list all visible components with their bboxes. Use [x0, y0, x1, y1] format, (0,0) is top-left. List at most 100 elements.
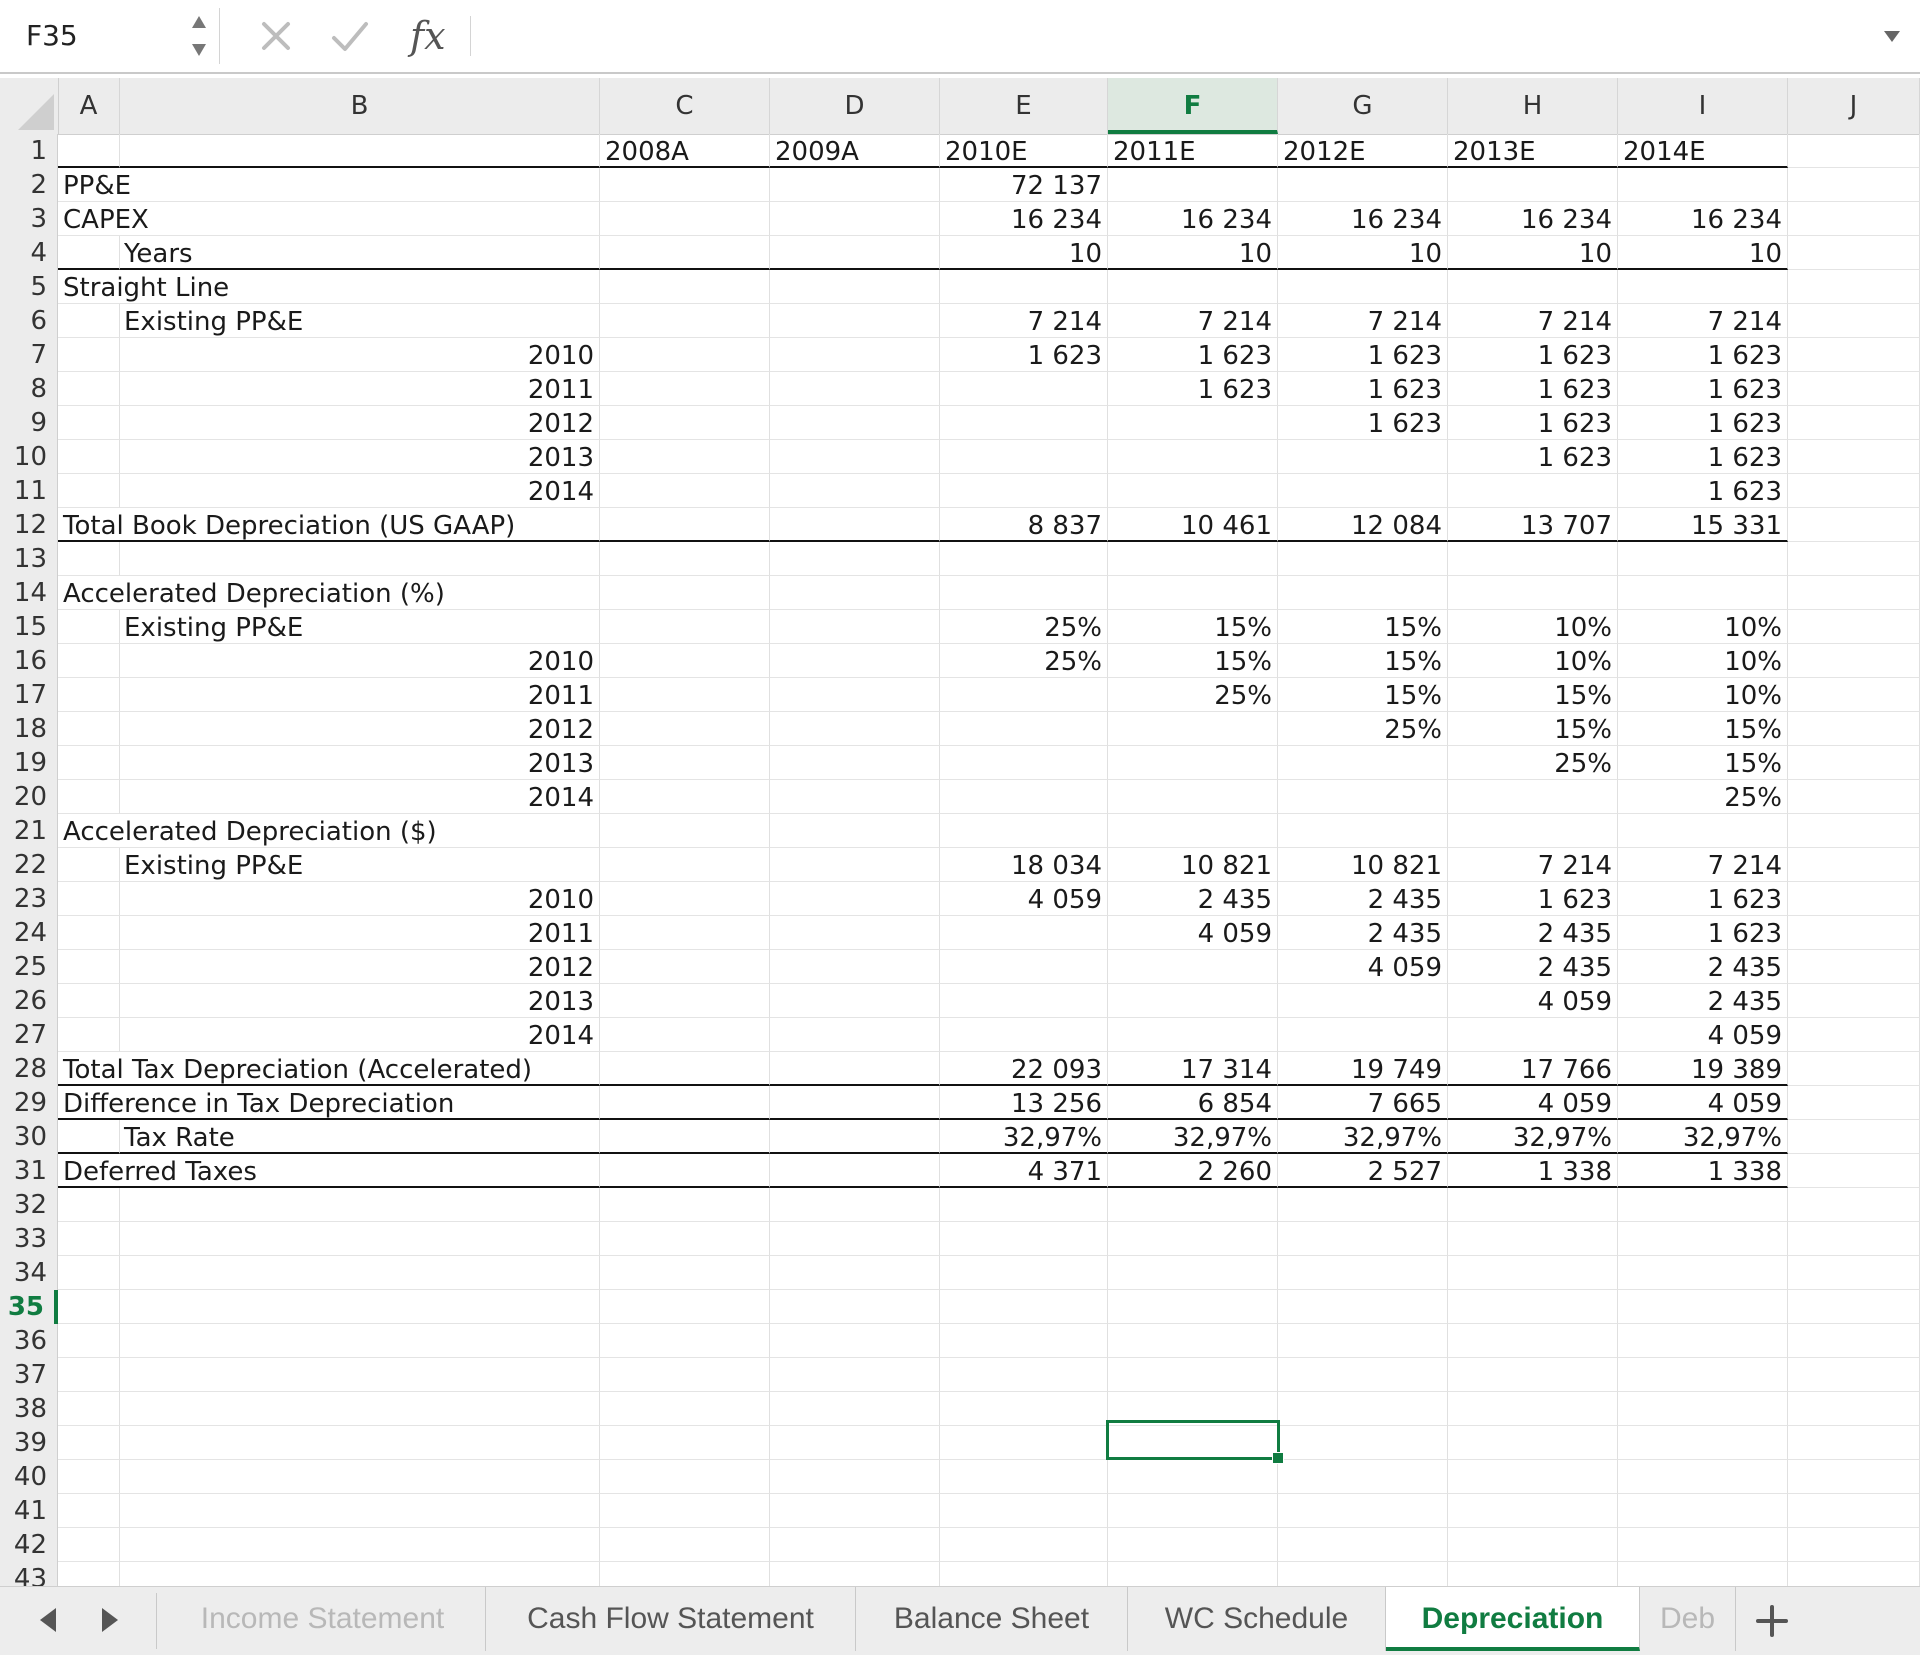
- cell-b43[interactable]: [120, 1562, 600, 1586]
- cell-j5[interactable]: [1788, 270, 1920, 304]
- add-sheet-icon[interactable]: [1752, 1601, 1792, 1641]
- cell-j28[interactable]: [1788, 1052, 1920, 1086]
- cell-a38[interactable]: [58, 1392, 120, 1426]
- cell-d34[interactable]: [770, 1256, 940, 1290]
- cell-f24[interactable]: 4 059: [1108, 916, 1278, 950]
- cell-b36[interactable]: [120, 1324, 600, 1358]
- cell-e19[interactable]: [940, 746, 1108, 780]
- cell-d42[interactable]: [770, 1528, 940, 1562]
- cell-c27[interactable]: [600, 1018, 770, 1052]
- cell-a17[interactable]: [58, 678, 120, 712]
- cell-a11[interactable]: [58, 474, 120, 508]
- cell-c1[interactable]: 2008A: [600, 134, 770, 168]
- cell-e5[interactable]: [940, 270, 1108, 304]
- cell-e18[interactable]: [940, 712, 1108, 746]
- cell-j39[interactable]: [1788, 1426, 1920, 1460]
- cell-c33[interactable]: [600, 1222, 770, 1256]
- cell-d23[interactable]: [770, 882, 940, 916]
- cell-g36[interactable]: [1278, 1324, 1448, 1358]
- cell-f27[interactable]: [1108, 1018, 1278, 1052]
- cell-c42[interactable]: [600, 1528, 770, 1562]
- cell-d6[interactable]: [770, 304, 940, 338]
- cell-j33[interactable]: [1788, 1222, 1920, 1256]
- cell-b39[interactable]: [120, 1426, 600, 1460]
- previous-sheet-icon[interactable]: [34, 1605, 64, 1635]
- cell-h39[interactable]: [1448, 1426, 1618, 1460]
- row-header[interactable]: 27: [0, 1018, 58, 1052]
- cell-f13[interactable]: [1108, 542, 1278, 576]
- fill-handle[interactable]: [1272, 1452, 1284, 1464]
- cell-e41[interactable]: [940, 1494, 1108, 1528]
- cell-i27[interactable]: 4 059: [1618, 1018, 1788, 1052]
- cell-f42[interactable]: [1108, 1528, 1278, 1562]
- cell-i41[interactable]: [1618, 1494, 1788, 1528]
- cell-f10[interactable]: [1108, 440, 1278, 474]
- cell-i9[interactable]: 1 623: [1618, 406, 1788, 440]
- cell-e23[interactable]: 4 059: [940, 882, 1108, 916]
- cell-f8[interactable]: 1 623: [1108, 372, 1278, 406]
- cell-a18[interactable]: [58, 712, 120, 746]
- cell-e24[interactable]: [940, 916, 1108, 950]
- cell-c43[interactable]: [600, 1562, 770, 1586]
- cell-e30[interactable]: 32,97%: [940, 1120, 1108, 1154]
- cell-h40[interactable]: [1448, 1460, 1618, 1494]
- column-header-f[interactable]: F: [1108, 78, 1278, 134]
- cell-h31[interactable]: 1 338: [1448, 1154, 1618, 1188]
- column-header-h[interactable]: H: [1448, 78, 1618, 134]
- cell-e14[interactable]: [940, 576, 1108, 610]
- cell-a25[interactable]: [58, 950, 120, 984]
- cell-c20[interactable]: [600, 780, 770, 814]
- cell-i5[interactable]: [1618, 270, 1788, 304]
- cell-c35[interactable]: [600, 1290, 770, 1324]
- cell-c41[interactable]: [600, 1494, 770, 1528]
- cell-d29[interactable]: [770, 1086, 940, 1120]
- cell-f22[interactable]: 10 821: [1108, 848, 1278, 882]
- cell-b6[interactable]: Existing PP&E: [120, 304, 600, 338]
- cell-b22[interactable]: Existing PP&E: [120, 848, 600, 882]
- cell-b10[interactable]: 2013: [120, 440, 600, 474]
- select-all-corner[interactable]: [0, 78, 59, 134]
- cell-e43[interactable]: [940, 1562, 1108, 1586]
- cell-j29[interactable]: [1788, 1086, 1920, 1120]
- cell-d1[interactable]: 2009A: [770, 134, 940, 168]
- row-header[interactable]: 24: [0, 916, 58, 950]
- cell-h42[interactable]: [1448, 1528, 1618, 1562]
- cell-a43[interactable]: [58, 1562, 120, 1586]
- cell-c30[interactable]: [600, 1120, 770, 1154]
- cell-d16[interactable]: [770, 644, 940, 678]
- cell-c29[interactable]: [600, 1086, 770, 1120]
- cell-g35[interactable]: [1278, 1290, 1448, 1324]
- cell-g1[interactable]: 2012E: [1278, 134, 1448, 168]
- cell-d28[interactable]: [770, 1052, 940, 1086]
- cell-a30[interactable]: [58, 1120, 120, 1154]
- cell-f23[interactable]: 2 435: [1108, 882, 1278, 916]
- cell-h2[interactable]: [1448, 168, 1618, 202]
- cell-d24[interactable]: [770, 916, 940, 950]
- cell-a36[interactable]: [58, 1324, 120, 1358]
- row-header[interactable]: 12: [0, 508, 58, 542]
- cell-c17[interactable]: [600, 678, 770, 712]
- cell-i30[interactable]: 32,97%: [1618, 1120, 1788, 1154]
- cell-a35[interactable]: [58, 1290, 120, 1324]
- cell-i33[interactable]: [1618, 1222, 1788, 1256]
- cell-g15[interactable]: 15%: [1278, 610, 1448, 644]
- row-header[interactable]: 13: [0, 542, 58, 576]
- row-header[interactable]: 5: [0, 270, 58, 304]
- cell-e26[interactable]: [940, 984, 1108, 1018]
- cell-i37[interactable]: [1618, 1358, 1788, 1392]
- cell-c21[interactable]: [600, 814, 770, 848]
- cell-g42[interactable]: [1278, 1528, 1448, 1562]
- cell-g22[interactable]: 10 821: [1278, 848, 1448, 882]
- cell-j4[interactable]: [1788, 236, 1920, 270]
- cell-b13[interactable]: [120, 542, 600, 576]
- cell-a32[interactable]: [58, 1188, 120, 1222]
- cell-d11[interactable]: [770, 474, 940, 508]
- cell-j14[interactable]: [1788, 576, 1920, 610]
- cell-a15[interactable]: [58, 610, 120, 644]
- cell-j24[interactable]: [1788, 916, 1920, 950]
- cell-g9[interactable]: 1 623: [1278, 406, 1448, 440]
- cell-h26[interactable]: 4 059: [1448, 984, 1618, 1018]
- sheet-tab-wc-schedule[interactable]: WC Schedule: [1128, 1587, 1386, 1651]
- cell-h22[interactable]: 7 214: [1448, 848, 1618, 882]
- cell-c31[interactable]: [600, 1154, 770, 1188]
